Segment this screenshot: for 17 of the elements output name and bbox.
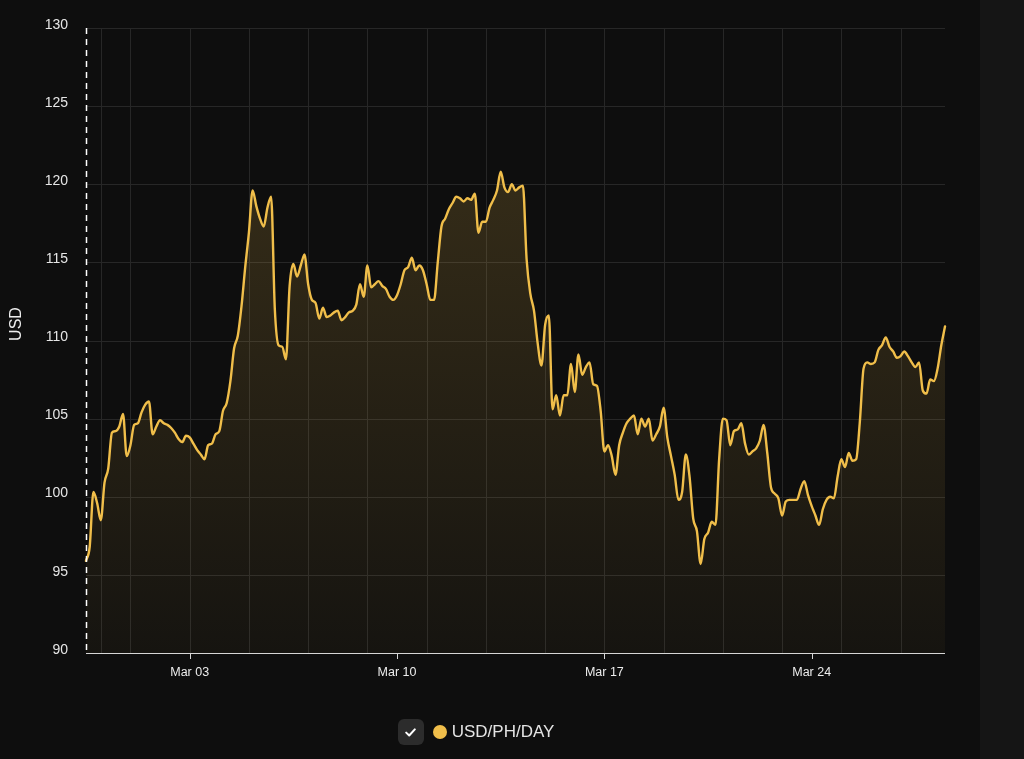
tick-label: Mar 17 bbox=[584, 665, 624, 680]
tick-label: 115 bbox=[45, 250, 68, 267]
tick-label: Mar 24 bbox=[792, 665, 832, 680]
tick-label: 125 bbox=[44, 93, 68, 110]
check-icon bbox=[405, 727, 417, 737]
tick-label: 95 bbox=[52, 562, 68, 579]
axis-title: USD bbox=[7, 307, 25, 341]
legend-checkbox[interactable] bbox=[397, 719, 424, 745]
tick-label: 100 bbox=[44, 484, 68, 501]
tick-label: 120 bbox=[44, 171, 68, 188]
tick-label: 130 bbox=[44, 15, 68, 32]
tick-label: 105 bbox=[44, 406, 68, 423]
tick-label: Mar 03 bbox=[170, 665, 210, 680]
tick-label: Mar 10 bbox=[377, 665, 417, 680]
legend-label[interactable]: USD/PH/DAY bbox=[451, 722, 555, 742]
tick-label: 110 bbox=[45, 328, 68, 345]
tick-label: 90 bbox=[52, 640, 68, 657]
